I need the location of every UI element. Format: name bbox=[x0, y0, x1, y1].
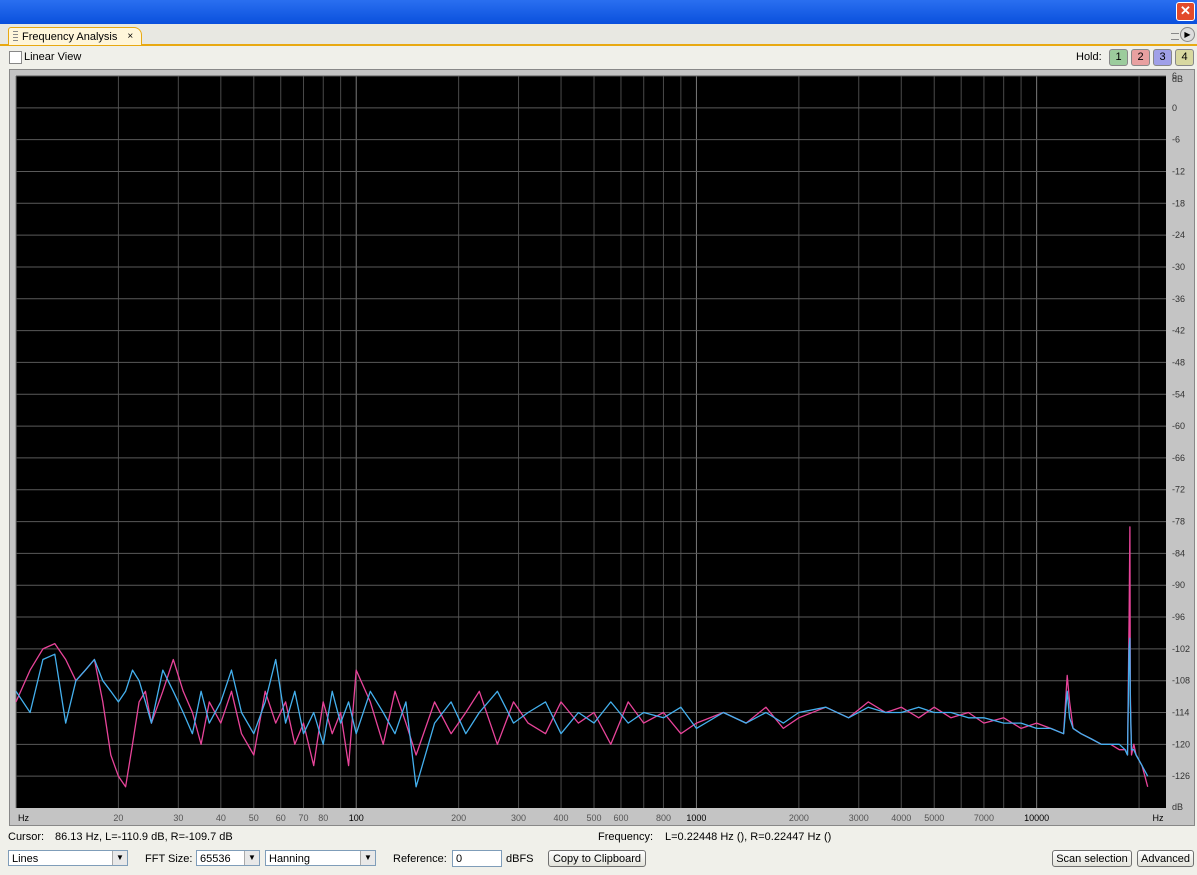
y-tick-label: -48 bbox=[1172, 357, 1185, 367]
y-tick-label: -60 bbox=[1172, 421, 1185, 431]
x-tick-label: 10000 bbox=[1024, 813, 1049, 823]
x-tick-label: 40 bbox=[216, 813, 226, 823]
y-unit-top: dB bbox=[1172, 74, 1183, 84]
x-tick-label: 400 bbox=[554, 813, 569, 823]
x-tick-label: 50 bbox=[249, 813, 259, 823]
reference-input[interactable] bbox=[452, 850, 502, 867]
advanced-button[interactable]: Advanced bbox=[1137, 850, 1194, 867]
y-tick-label: -6 bbox=[1172, 135, 1180, 145]
title-bar: ✕ bbox=[0, 0, 1197, 24]
x-tick-label: 7000 bbox=[974, 813, 994, 823]
fft-size-label: FFT Size: bbox=[145, 853, 193, 865]
control-bar: Lines ▼ FFT Size: 65536 ▼ Hanning ▼ Refe… bbox=[0, 848, 1197, 872]
y-tick-label: -102 bbox=[1172, 644, 1190, 654]
window-function-select[interactable]: Hanning ▼ bbox=[265, 850, 376, 866]
y-tick-label: -126 bbox=[1172, 771, 1190, 781]
x-tick-label: 1000 bbox=[686, 813, 706, 823]
plot-background bbox=[16, 76, 1166, 808]
x-unit-left: Hz bbox=[18, 813, 29, 823]
fft-size-value: 65536 bbox=[200, 853, 231, 865]
linear-view-label: Linear View bbox=[24, 51, 82, 63]
window-function-value: Hanning bbox=[269, 853, 310, 865]
y-tick-label: -36 bbox=[1172, 294, 1185, 304]
y-tick-label: -42 bbox=[1172, 326, 1185, 336]
y-tick-label: -18 bbox=[1172, 198, 1185, 208]
y-tick-label: -120 bbox=[1172, 739, 1190, 749]
chevron-down-icon: ▼ bbox=[360, 851, 375, 865]
panel-tab-strip: Frequency Analysis × ▶ bbox=[0, 24, 1197, 46]
x-tick-label: 5000 bbox=[924, 813, 944, 823]
x-tick-label: 800 bbox=[656, 813, 671, 823]
panel-menu-arrow-icon[interactable]: ▶ bbox=[1180, 27, 1195, 42]
x-unit-right: Hz bbox=[1153, 813, 1164, 823]
y-tick-label: -90 bbox=[1172, 580, 1185, 590]
x-tick-label: 200 bbox=[451, 813, 466, 823]
y-tick-label: -72 bbox=[1172, 485, 1185, 495]
y-tick-label: -30 bbox=[1172, 262, 1185, 272]
x-tick-label: 2000 bbox=[789, 813, 809, 823]
x-tick-label: 80 bbox=[318, 813, 328, 823]
x-tick-label: 20 bbox=[113, 813, 123, 823]
cursor-label: Cursor: bbox=[8, 831, 45, 843]
y-tick-label: -78 bbox=[1172, 517, 1185, 527]
cursor-value: 86.13 Hz, L=-110.9 dB, R=-109.7 dB bbox=[55, 831, 233, 843]
x-tick-label: 70 bbox=[299, 813, 309, 823]
x-tick-label: 500 bbox=[587, 813, 602, 823]
x-tick-label: 100 bbox=[349, 813, 364, 823]
grip-icon[interactable] bbox=[13, 31, 18, 42]
tab-close-icon[interactable]: × bbox=[127, 31, 133, 42]
chevron-down-icon: ▼ bbox=[244, 851, 259, 865]
y-tick-label: -66 bbox=[1172, 453, 1185, 463]
tab-frequency-analysis[interactable]: Frequency Analysis × bbox=[8, 27, 143, 45]
y-unit-bottom: dB bbox=[1172, 802, 1183, 812]
tab-label: Frequency Analysis bbox=[22, 30, 118, 43]
hold-button-1[interactable]: 1 bbox=[1109, 49, 1128, 66]
x-tick-label: 4000 bbox=[891, 813, 911, 823]
x-tick-label: 30 bbox=[173, 813, 183, 823]
frequency-plot-frame: 6 0 -6 -12 -18 -24 -30 -36 -42 -48 -54 -60 -66 -72 -78… bbox=[9, 69, 1195, 826]
y-tick-label: -108 bbox=[1172, 676, 1190, 686]
hold-button-3[interactable]: 3 bbox=[1153, 49, 1172, 66]
reference-label: Reference: bbox=[393, 853, 447, 865]
y-tick-label: -114 bbox=[1172, 708, 1189, 718]
fft-size-select[interactable]: 65536 ▼ bbox=[196, 850, 260, 866]
display-mode-value: Lines bbox=[12, 853, 39, 865]
hold-label: Hold: bbox=[1076, 51, 1102, 63]
options-bar: Linear View Hold: 1 2 3 4 bbox=[0, 46, 1197, 68]
y-tick-label: -12 bbox=[1172, 166, 1185, 176]
panel-menu-lines-icon[interactable] bbox=[1171, 33, 1179, 40]
reference-unit: dBFS bbox=[506, 853, 534, 865]
scan-selection-button[interactable]: Scan selection bbox=[1052, 850, 1132, 867]
copy-to-clipboard-button[interactable]: Copy to Clipboard bbox=[548, 850, 646, 867]
hold-button-4[interactable]: 4 bbox=[1175, 49, 1194, 66]
status-line: Cursor: 86.13 Hz, L=-110.9 dB, R=-109.7 … bbox=[0, 826, 1197, 846]
frequency-label: Frequency: bbox=[598, 831, 654, 843]
y-tick-label: -24 bbox=[1172, 230, 1185, 240]
display-mode-select[interactable]: Lines ▼ bbox=[8, 850, 128, 866]
hold-button-2[interactable]: 2 bbox=[1131, 49, 1150, 66]
y-tick-label: -96 bbox=[1172, 612, 1185, 622]
frequency-plot[interactable]: 60 -6 -12 -18 -24 -30 -36 -42 -48 -54 -60 -66 -72 -78… bbox=[10, 70, 1194, 825]
x-tick-label: 3000 bbox=[849, 813, 869, 823]
x-tick-label: 60 bbox=[276, 813, 286, 823]
chevron-down-icon: ▼ bbox=[112, 851, 127, 865]
y-tick-label: 0 bbox=[1172, 103, 1177, 113]
x-tick-label: 300 bbox=[511, 813, 526, 823]
linear-view-checkbox[interactable] bbox=[9, 51, 22, 64]
y-tick-label: -54 bbox=[1172, 389, 1185, 399]
x-tick-label: 600 bbox=[613, 813, 628, 823]
frequency-value: L=0.22448 Hz (), R=0.22447 Hz () bbox=[665, 831, 832, 843]
y-tick-label: -84 bbox=[1172, 548, 1185, 558]
close-icon[interactable]: ✕ bbox=[1176, 2, 1195, 21]
